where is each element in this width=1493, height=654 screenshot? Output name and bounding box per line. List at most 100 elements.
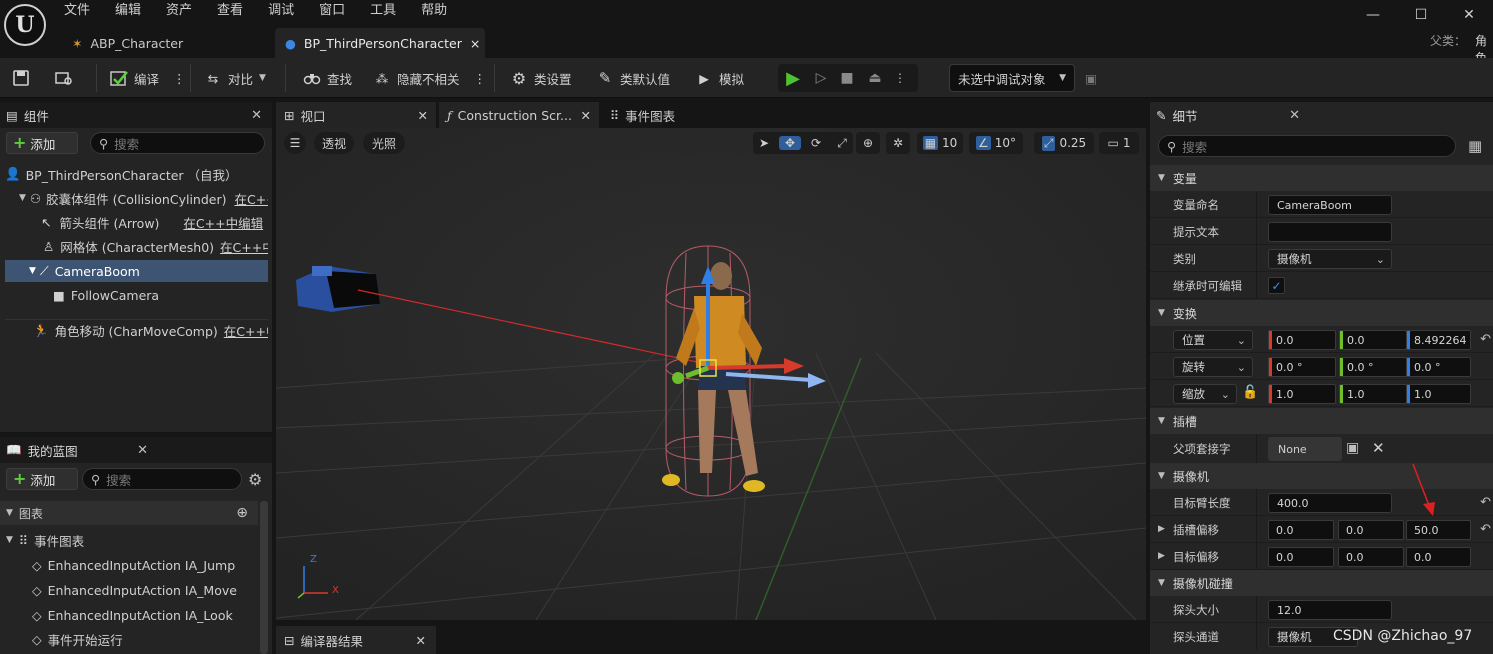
rotation-mode-select[interactable]: 旋转 ⌄: [1173, 357, 1253, 377]
chevron-down-icon[interactable]: ▼: [19, 193, 26, 203]
eject-icon[interactable]: ⏏: [860, 70, 890, 86]
location-z-input[interactable]: 8.492264: [1406, 330, 1471, 350]
list-item[interactable]: ◇ EnhancedInputAction IA_Look: [32, 604, 233, 626]
scale-z-input[interactable]: 1.0: [1406, 384, 1471, 404]
target-arm-length-input[interactable]: 400.0: [1268, 493, 1392, 513]
my-blueprint-search-input[interactable]: ⚲ 搜索: [82, 468, 242, 490]
details-search-input[interactable]: ⚲ 搜索: [1158, 135, 1456, 157]
rotation-y-input[interactable]: 0.0 °: [1339, 357, 1407, 377]
compile-button[interactable]: 编译 ⋮: [110, 58, 186, 98]
browse-button[interactable]: [55, 58, 73, 98]
hide-unrelated-button[interactable]: ⁂ 隐藏不相关 ⋮: [373, 58, 486, 98]
class-defaults-button[interactable]: ✎ 类默认值: [596, 58, 670, 98]
rotation-z-input[interactable]: 0.0 °: [1406, 357, 1471, 377]
add-member-button[interactable]: + 添加: [6, 468, 78, 490]
save-button[interactable]: [12, 58, 30, 98]
diff-button[interactable]: ⇆ 对比 ▼: [204, 58, 266, 98]
tree-item-mesh[interactable]: ♙ 网格体 (CharacterMesh0) 在C++中编辑: [5, 235, 268, 257]
menu-help[interactable]: 帮助: [421, 0, 447, 22]
menu-edit[interactable]: 编辑: [115, 0, 141, 22]
graphs-section[interactable]: ▼ 图表 ⊕: [0, 501, 258, 525]
tab-event-graph[interactable]: ⠿ 事件图表: [602, 102, 732, 128]
target-offset-z-input[interactable]: 0.0: [1406, 547, 1471, 567]
scale-mode-select[interactable]: 缩放 ⌄: [1173, 384, 1237, 404]
add-component-button[interactable]: + 添加: [6, 132, 78, 154]
gear-icon[interactable]: ⚙: [248, 470, 262, 489]
table-view-icon[interactable]: ▦: [1468, 137, 1482, 155]
edit-in-cpp-link[interactable]: 在C++中编辑: [220, 237, 268, 256]
menu-file[interactable]: 文件: [64, 0, 90, 22]
reset-arrow-icon[interactable]: ↶: [1480, 522, 1491, 537]
minimize-icon[interactable]: —: [1349, 0, 1397, 30]
socket-offset-y-input[interactable]: 0.0: [1338, 520, 1404, 540]
close-panel-icon[interactable]: ✕: [251, 108, 262, 123]
tree-item-followcamera[interactable]: ■ FollowCamera: [5, 284, 268, 306]
more-options-icon[interactable]: ⋮: [173, 71, 186, 86]
chevron-right-icon[interactable]: ▶: [1158, 551, 1165, 561]
section-variable[interactable]: ▼ 变量: [1150, 165, 1493, 191]
debug-browse-button[interactable]: ▣: [1082, 58, 1100, 98]
section-transform[interactable]: ▼ 变换: [1150, 300, 1493, 326]
doc-tab-abp-character[interactable]: ✶ ABP_Character: [62, 28, 270, 58]
surface-snap-button[interactable]: ✲: [886, 132, 910, 154]
target-offset-y-input[interactable]: 0.0: [1338, 547, 1404, 567]
tree-item-cameraboom[interactable]: ▼ ⟋ CameraBoom: [5, 260, 268, 282]
location-mode-select[interactable]: 位置 ⌄: [1173, 330, 1253, 350]
stop-icon[interactable]: ■: [834, 70, 860, 86]
simulate-button[interactable]: ▶ 模拟: [695, 58, 744, 98]
find-button[interactable]: 查找: [303, 58, 352, 98]
variable-name-input[interactable]: CameraBoom: [1268, 195, 1392, 215]
tree-item-self[interactable]: 👤 BP_ThirdPersonCharacter （自我）: [5, 163, 268, 185]
edit-in-cpp-link[interactable]: 在C++中编辑: [224, 321, 268, 340]
tree-item-charmove[interactable]: 🏃 角色移动 (CharMoveComp) 在C++中编辑: [5, 319, 268, 341]
close-panel-icon[interactable]: ✕: [1289, 108, 1300, 123]
category-select[interactable]: 摄像机 ⌄: [1268, 249, 1392, 269]
reset-arrow-icon[interactable]: ↶: [1480, 495, 1491, 510]
add-graph-icon[interactable]: ⊕: [236, 505, 248, 521]
step-icon[interactable]: ▷: [808, 70, 834, 86]
viewport-menu-button[interactable]: ☰: [284, 132, 306, 154]
lit-button[interactable]: 光照: [363, 132, 405, 154]
more-options-icon[interactable]: ⋮: [474, 71, 487, 86]
lock-icon[interactable]: 🔓: [1242, 385, 1258, 400]
perspective-button[interactable]: 透视: [314, 132, 354, 154]
rotation-snap-button[interactable]: ∠ 10°: [969, 132, 1023, 154]
socket-offset-z-input[interactable]: 50.0: [1406, 520, 1471, 540]
close-panel-icon[interactable]: ✕: [137, 443, 148, 458]
close-tab-icon[interactable]: ✕: [416, 633, 426, 648]
tree-item-arrow[interactable]: ↖ 箭头组件 (Arrow) 在C++中编辑: [5, 211, 268, 233]
translate-icon[interactable]: ✥: [779, 136, 801, 150]
viewport-3d[interactable]: Z X ☰ 透视 光照 ➤ ✥ ⟳ ⤢ ⊕ ✲ ▦ 10 ∠ 10° ⤢ 0.2…: [276, 128, 1146, 620]
chevron-down-icon[interactable]: ▼: [29, 266, 36, 276]
menu-debug[interactable]: 调试: [268, 0, 294, 22]
editable-checkbox[interactable]: ✓: [1268, 277, 1285, 294]
section-camera-collision[interactable]: ▼ 摄像机碰撞: [1150, 570, 1493, 596]
select-cursor-icon[interactable]: ➤: [753, 136, 775, 150]
list-item[interactable]: ◇ EnhancedInputAction IA_Move: [32, 579, 237, 601]
scrollbar[interactable]: [260, 501, 268, 654]
close-tab-icon[interactable]: ✕: [418, 108, 428, 123]
grid-snap-button[interactable]: ▦ 10: [917, 132, 963, 154]
world-local-button[interactable]: ⊕: [856, 132, 880, 154]
menu-window[interactable]: 窗口: [319, 0, 345, 22]
reset-arrow-icon[interactable]: ↶: [1480, 332, 1491, 347]
close-window-icon[interactable]: ✕: [1445, 0, 1493, 30]
class-settings-button[interactable]: ⚙ 类设置: [510, 58, 572, 98]
socket-offset-x-input[interactable]: 0.0: [1268, 520, 1334, 540]
clear-x-icon[interactable]: ✕: [1372, 439, 1385, 457]
components-search-input[interactable]: ⚲ 搜索: [90, 132, 265, 154]
close-tab-icon[interactable]: ✕: [581, 108, 591, 123]
scale-icon[interactable]: ⤢: [831, 136, 853, 151]
location-x-input[interactable]: 0.0: [1268, 330, 1336, 350]
unreal-logo-icon[interactable]: U: [4, 4, 46, 46]
more-options-icon[interactable]: ⋮: [890, 71, 910, 85]
scale-y-input[interactable]: 1.0: [1339, 384, 1407, 404]
section-sockets[interactable]: ▼ 插槽: [1150, 408, 1493, 434]
doc-tab-bp-thirdperson[interactable]: ● BP_ThirdPersonCharacter ×: [275, 28, 485, 58]
tab-viewport[interactable]: ⊞ 视口 ✕: [276, 102, 436, 128]
menu-assets[interactable]: 资产: [166, 0, 192, 22]
browse-socket-icon[interactable]: ▣: [1346, 440, 1359, 456]
list-item[interactable]: ◇ EnhancedInputAction IA_Jump: [32, 554, 235, 576]
rotation-x-input[interactable]: 0.0 °: [1268, 357, 1336, 377]
scale-snap-button[interactable]: ⤢ 0.25: [1034, 132, 1094, 154]
